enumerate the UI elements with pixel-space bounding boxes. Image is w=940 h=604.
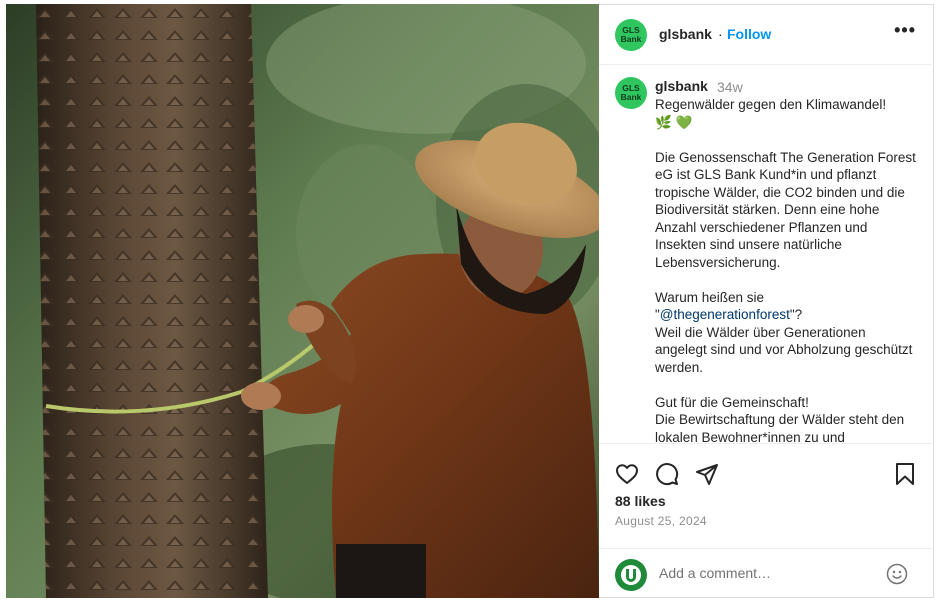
mention-close: "?	[789, 307, 803, 322]
caption-text: Regenwälder gegen den Klimawandel! 🌿 💚 D…	[655, 96, 917, 443]
post-date[interactable]: August 25, 2024	[615, 514, 707, 528]
caption-paragraph-3-line-2: Die Bewirtschaftung der Wälder steht den…	[655, 412, 905, 443]
comment-input[interactable]	[659, 565, 879, 581]
green-heart-emoji: 💚	[675, 114, 693, 130]
post-actions: 88 likes August 25, 2024	[599, 443, 934, 599]
smiley-icon[interactable]	[886, 563, 908, 590]
caption-timestamp[interactable]: 34w	[717, 79, 743, 95]
caption-paragraph-3-line-1: Gut für die Gemeinschaft!	[655, 394, 809, 410]
header-separator: ·	[718, 26, 723, 42]
caption-question: Warum heißen sie	[655, 289, 765, 305]
follow-button[interactable]: Follow	[727, 26, 771, 42]
post-side-panel: GLS Bank glsbank · Follow ••• GLS Bank g…	[599, 4, 934, 598]
caption-headline: Regenwälder gegen den Klimawandel!	[655, 97, 887, 112]
user-logo-icon	[621, 565, 641, 585]
heart-icon[interactable]	[615, 462, 639, 491]
bookmark-icon[interactable]	[893, 462, 917, 491]
caption-section[interactable]: GLS Bank glsbank 34w Regenwälder gegen d…	[599, 65, 934, 443]
caption-avatar[interactable]: GLS Bank	[615, 77, 647, 109]
post-photo[interactable]	[6, 4, 599, 598]
post-header: GLS Bank glsbank · Follow •••	[599, 5, 934, 65]
profile-avatar[interactable]: GLS Bank	[615, 19, 647, 51]
likes-count[interactable]: 88 likes	[615, 493, 666, 509]
comment-icon[interactable]	[655, 462, 679, 491]
current-user-avatar	[615, 559, 647, 591]
send-icon[interactable]	[695, 462, 719, 491]
more-options-button[interactable]: •••	[894, 20, 916, 41]
mention-link[interactable]: @thegenerationforest	[660, 307, 790, 322]
photo-illustration	[6, 4, 599, 598]
caption-avatar-text-line2: Bank	[620, 92, 642, 102]
add-comment-bar	[599, 548, 934, 600]
instagram-post-window: GLS Bank glsbank · Follow ••• GLS Bank g…	[0, 0, 940, 604]
caption-paragraph-2: Weil die Wälder über Generationen angele…	[655, 324, 913, 375]
header-username[interactable]: glsbank	[659, 26, 712, 42]
caption-username[interactable]: glsbank	[655, 78, 708, 94]
avatar-text-line2: Bank	[620, 34, 642, 44]
caption-paragraph-1: Die Genossenschaft The Generation Forest…	[655, 149, 916, 270]
leaf-emoji: 🌿	[655, 114, 672, 130]
